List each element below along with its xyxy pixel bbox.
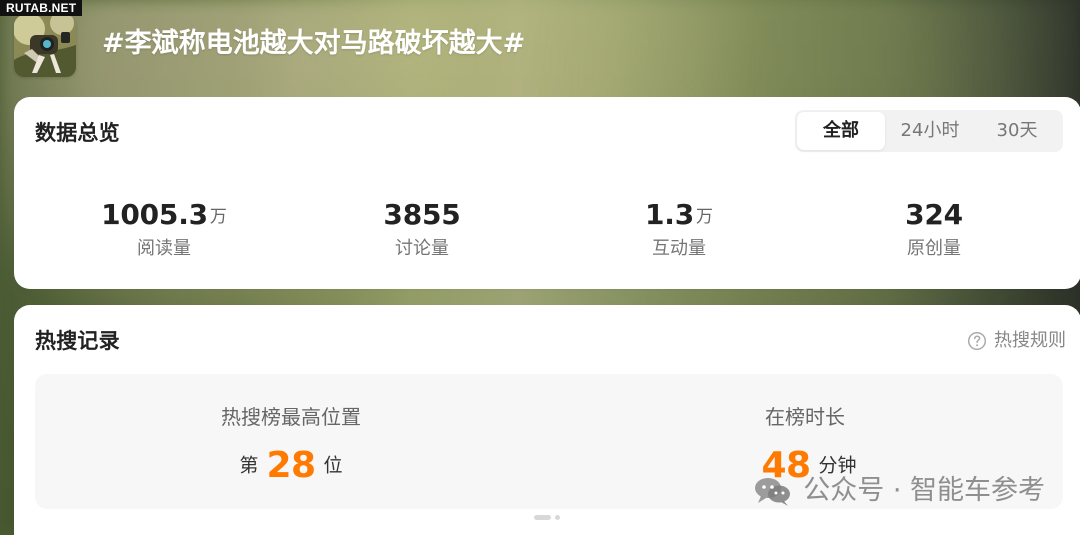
page-indicator-active — [534, 515, 551, 520]
interaction-count-label: 互动量 — [652, 238, 706, 259]
ranking-duration-number: 48 — [761, 444, 811, 486]
time-filter-all[interactable]: 全部 — [797, 112, 885, 150]
help-circle-icon — [967, 331, 987, 351]
metric-discussion-count: 3855 讨论量 — [332, 195, 512, 262]
metric-discussion-value-row: 3855 — [332, 195, 512, 235]
hot-search-rules-link[interactable]: 热搜规则 — [967, 329, 1066, 353]
hot-search-record-panel: 热搜榜最高位置 第 28 位 在榜时长 48 分钟 — [35, 374, 1063, 509]
highest-rank-label: 热搜榜最高位置 — [221, 405, 361, 429]
metric-interaction-value-row: 1.3 万 — [589, 195, 769, 235]
ranking-duration-label: 在榜时长 — [765, 405, 845, 429]
time-range-filter: 全部 24小时 30天 — [795, 110, 1063, 152]
highest-rank-value-row: 第 28 位 — [141, 445, 441, 485]
top-left-watermark: RUTAB.NET — [0, 0, 83, 16]
data-overview-title: 数据总览 — [35, 121, 120, 145]
carousel-page-indicator — [534, 515, 560, 520]
time-filter-30d[interactable]: 30天 — [975, 112, 1059, 150]
topic-header: #李斌称电池越大对马路破坏越大# — [14, 15, 1064, 77]
discussion-count-label: 讨论量 — [395, 238, 449, 259]
read-count-label: 阅读量 — [137, 238, 191, 259]
highest-rank-number: 28 — [266, 444, 316, 486]
ranking-duration-stat: 在榜时长 48 分钟 — [655, 403, 955, 485]
read-count-value: 1005.3 — [101, 198, 208, 231]
highest-rank-stat: 热搜榜最高位置 第 28 位 — [141, 403, 441, 485]
highest-rank-prefix: 第 — [239, 454, 259, 477]
page-indicator-inactive — [555, 515, 560, 520]
highest-rank-suffix: 位 — [323, 454, 343, 477]
time-filter-24h[interactable]: 24小时 — [885, 112, 975, 150]
hot-search-record-card: 热搜记录 热搜规则 热搜榜最高位置 第 28 位 在榜时长 48 分钟 — [14, 305, 1080, 535]
ranking-duration-suffix: 分钟 — [818, 454, 857, 477]
original-count-value: 324 — [905, 198, 963, 231]
metric-read-count: 1005.3 万 阅读量 — [74, 195, 254, 262]
car-camera-avatar-icon[interactable] — [14, 15, 76, 77]
ranking-duration-value-row: 48 分钟 — [655, 445, 955, 485]
metric-interaction-count: 1.3 万 互动量 — [589, 195, 769, 262]
data-overview-card: 数据总览 全部 24小时 30天 1005.3 万 阅读量 3855 讨论量 1.… — [14, 97, 1080, 289]
overview-metrics: 1005.3 万 阅读量 3855 讨论量 1.3 万 互动量 324 原创量 — [14, 195, 1080, 269]
interaction-count-unit: 万 — [696, 207, 713, 227]
read-count-unit: 万 — [209, 207, 227, 227]
original-count-label: 原创量 — [907, 238, 961, 259]
topic-title: #李斌称电池越大对马路破坏越大# — [102, 28, 526, 59]
metric-original-value-row: 324 — [844, 195, 1024, 235]
hot-search-rules-label: 热搜规则 — [994, 330, 1066, 351]
hot-search-record-title: 热搜记录 — [35, 329, 120, 353]
metric-read-value-row: 1005.3 万 — [74, 195, 254, 235]
interaction-count-value: 1.3 — [644, 198, 694, 231]
discussion-count-value: 3855 — [383, 198, 461, 231]
metric-original-count: 324 原创量 — [844, 195, 1024, 262]
